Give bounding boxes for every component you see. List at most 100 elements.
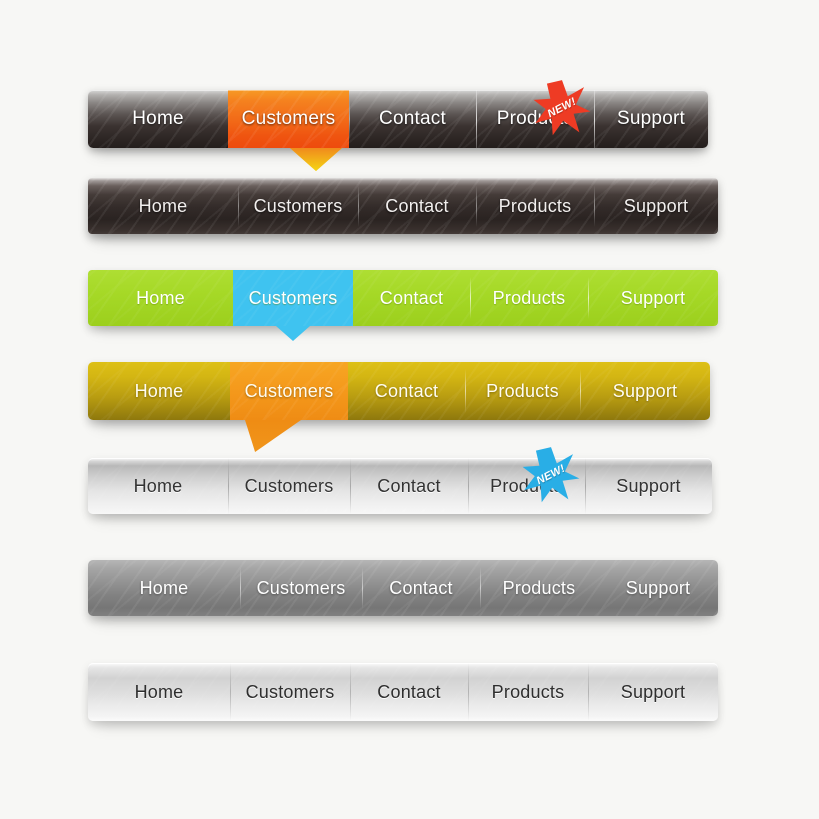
navitem-contact[interactable]: Contact: [353, 270, 470, 326]
navitem-separator: [350, 663, 351, 721]
navitem-separator: [350, 458, 351, 514]
navbar-pale-silver: Home Customers Contact Products Support: [88, 663, 718, 721]
navbar-espresso: Home Customers Contact Products Support: [88, 178, 718, 234]
navitem-label: Customers: [245, 681, 335, 702]
navitem-separator: [465, 368, 466, 414]
active-tab-pointer-arrow: [245, 420, 301, 452]
navitem-separator: [362, 566, 363, 610]
navbar-inner: Home Customers Contact Products Support: [88, 362, 710, 420]
navitem-contact[interactable]: Contact: [349, 90, 476, 148]
navitem-separator: [230, 663, 231, 721]
navbar-inner: Home Customers Contact Products Support: [88, 178, 718, 234]
navitem-separator: [349, 96, 350, 142]
navitem-label: Contact: [379, 287, 444, 308]
navitem-separator: [594, 184, 595, 228]
navitem-separator: [588, 663, 589, 721]
navitem-label: Home: [138, 195, 188, 216]
navitem-label: Customers: [256, 577, 346, 598]
navitem-customers[interactable]: Customers: [228, 90, 349, 148]
navbar-inner: Home Customers Contact Products Support: [88, 90, 708, 148]
navitem-contact[interactable]: Contact: [358, 178, 476, 234]
navbar-mid-grey: Home Customers Contact Products Support: [88, 560, 718, 616]
navbar-showcase-canvas: Home Customers Contact Products Support: [0, 0, 819, 819]
navitem-home[interactable]: Home: [88, 178, 238, 234]
navitem-home[interactable]: Home: [88, 90, 228, 148]
new-badge-blue[interactable]: NEW!: [522, 446, 580, 504]
navbar-lime-green: Home Customers Contact Products Support: [88, 270, 718, 341]
navitem-support[interactable]: Support: [598, 560, 718, 616]
navitem-support[interactable]: Support: [588, 663, 718, 721]
navitem-customers[interactable]: Customers: [228, 458, 350, 514]
navitem-home[interactable]: Home: [88, 270, 233, 326]
navitem-label: Contact: [374, 380, 439, 401]
navitem-support[interactable]: Support: [594, 90, 708, 148]
navitem-products[interactable]: Products: [480, 560, 598, 616]
navitem-label: Customers: [253, 195, 343, 216]
navitem-label: Products: [502, 577, 576, 598]
navitem-label: Home: [133, 475, 183, 496]
navitem-label: Contact: [377, 681, 441, 702]
navitem-products[interactable]: Products: [470, 270, 588, 326]
navitem-label: Support: [625, 577, 691, 598]
navitem-separator: [228, 458, 229, 514]
navitem-support[interactable]: Support: [588, 270, 718, 326]
navitem-separator: [358, 184, 359, 228]
navitem-label: Customers: [244, 475, 334, 496]
navitem-label: Home: [139, 577, 189, 598]
navitem-label: Customers: [241, 108, 336, 129]
navitem-separator: [480, 566, 481, 610]
active-tab-pointer-arrow: [290, 148, 342, 171]
navitem-home[interactable]: Home: [88, 560, 240, 616]
navitem-contact[interactable]: Contact: [362, 560, 480, 616]
navitem-label: Support: [620, 287, 686, 308]
navitem-label: Home: [136, 287, 185, 308]
navbar-inner: Home Customers Contact Products Support: [88, 560, 718, 616]
navitem-separator: [476, 184, 477, 228]
navitem-label: Contact: [389, 577, 453, 598]
navitem-label: Products: [486, 380, 559, 401]
navitem-label: Customers: [244, 380, 334, 401]
navbar-light-silver: Home Customers Contact Products Support: [88, 458, 712, 514]
navitem-home[interactable]: Home: [88, 458, 228, 514]
navitem-label: Customers: [248, 287, 338, 308]
navitem-label: Support: [617, 108, 685, 129]
navitem-separator: [476, 90, 477, 148]
navitem-label: Products: [492, 287, 566, 308]
navitem-home[interactable]: Home: [88, 663, 230, 721]
navitem-separator: [468, 663, 469, 721]
navitem-contact[interactable]: Contact: [350, 663, 468, 721]
navitem-label: Home: [134, 380, 184, 401]
navitem-label: Home: [132, 108, 184, 129]
navitem-home[interactable]: Home: [88, 362, 230, 420]
navitem-support[interactable]: Support: [594, 178, 718, 234]
navitem-customers[interactable]: Customers: [230, 663, 350, 721]
navitem-customers[interactable]: Customers: [233, 270, 353, 326]
navitem-separator: [468, 458, 469, 514]
navitem-support[interactable]: Support: [580, 362, 710, 420]
navitem-label: Support: [612, 380, 678, 401]
navitem-support[interactable]: Support: [585, 458, 712, 514]
navitem-products[interactable]: Products: [476, 178, 594, 234]
navitem-contact[interactable]: Contact: [348, 362, 465, 420]
navitem-separator: [240, 566, 241, 610]
navbar-gold: Home Customers Contact Products Support: [88, 362, 710, 452]
navitem-separator: [588, 276, 589, 320]
navitem-customers[interactable]: Customers: [240, 560, 362, 616]
navitem-separator: [470, 276, 471, 320]
navitem-contact[interactable]: Contact: [350, 458, 468, 514]
navitem-customers[interactable]: Customers: [230, 362, 348, 420]
navitem-label: Contact: [377, 475, 441, 496]
navitem-label: Products: [498, 195, 572, 216]
active-tab-pointer-arrow: [276, 326, 310, 341]
navitem-separator: [580, 368, 581, 414]
navitem-label: Support: [623, 195, 689, 216]
navitem-separator: [238, 184, 239, 228]
navitem-label: Support: [616, 475, 681, 496]
navbar-dark-chrome: Home Customers Contact Products Support: [88, 90, 708, 171]
navitem-customers[interactable]: Customers: [238, 178, 358, 234]
navbar-inner: Home Customers Contact Products Support: [88, 270, 718, 326]
navitem-products[interactable]: Products: [468, 663, 588, 721]
new-badge-red[interactable]: NEW!: [533, 79, 591, 137]
navitem-label: Contact: [379, 108, 446, 129]
navitem-products[interactable]: Products: [465, 362, 580, 420]
